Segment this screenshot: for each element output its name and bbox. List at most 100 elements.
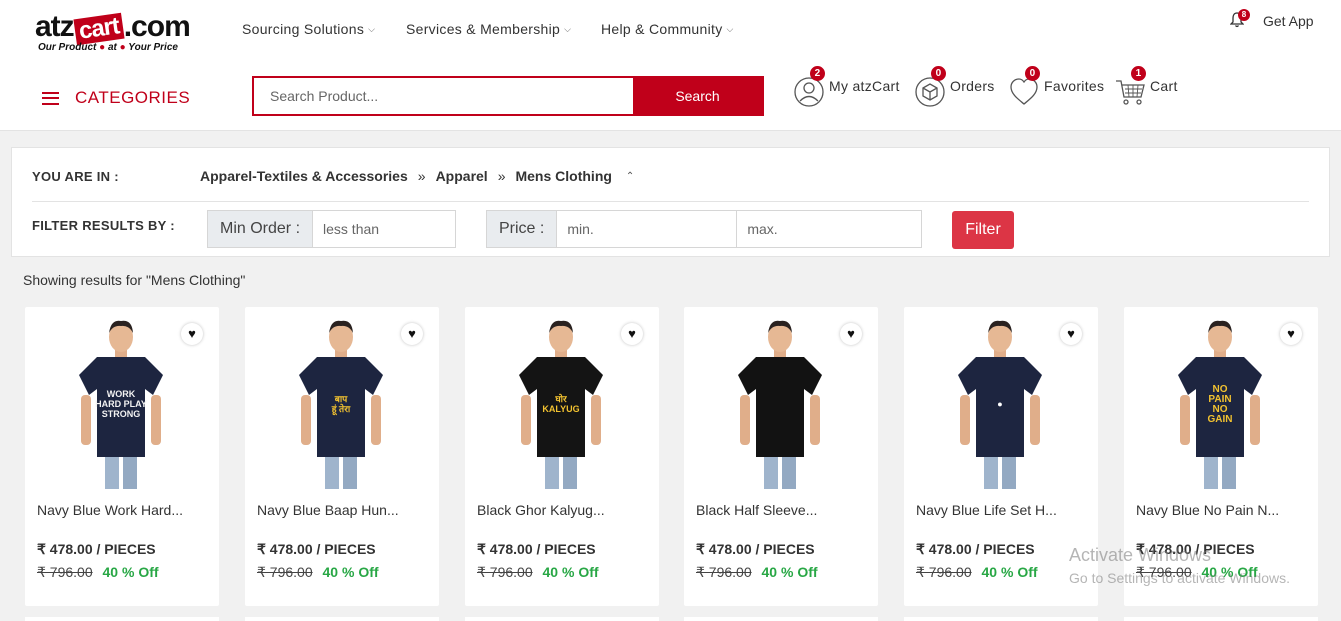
original-price: ₹ 796.00 [916, 564, 972, 580]
svg-text:GAIN: GAIN [1208, 414, 1233, 425]
orders-label: Orders [950, 78, 995, 94]
price-filter: Price : [486, 210, 922, 248]
right-arm [810, 395, 820, 445]
price-min-input[interactable] [557, 211, 738, 247]
nav-label: Sourcing Solutions [242, 21, 365, 37]
product-name[interactable]: Navy Blue Life Set H... [916, 502, 1091, 518]
product-image[interactable]: WORKHARD PLAYSTRONG [69, 317, 173, 489]
nav-sourcing-solutions[interactable]: Sourcing Solutions ⌵ [242, 21, 375, 37]
product-original-price-row: ₹ 796.00 40 % Off [257, 564, 379, 581]
favorites-link[interactable]: 0 Favorites [1008, 66, 1104, 105]
heart-icon[interactable]: ♥ [401, 323, 423, 345]
discount-badge: 40 % Off [322, 564, 379, 580]
hamburger-icon [42, 91, 59, 105]
right-arm [591, 395, 601, 445]
count-badge: 1 [1131, 66, 1146, 81]
breadcrumb: Apparel-Textiles & Accessories » Apparel… [200, 168, 634, 184]
filter-heading: FILTER RESULTS BY : [32, 218, 175, 233]
breadcrumb-mens-clothing[interactable]: Mens Clothing [515, 168, 611, 184]
nav-help-community[interactable]: Help & Community ⌵ [601, 21, 734, 37]
my-atzcart-link[interactable]: 2 My atzCart [793, 66, 900, 107]
heart-icon[interactable]: ♥ [181, 323, 203, 345]
chevron-up-icon[interactable]: ⌃ [626, 171, 634, 182]
bell-icon[interactable]: 8 [1229, 9, 1250, 30]
svg-text:●: ● [997, 399, 1002, 409]
categories-menu-button[interactable]: CATEGORIES [42, 88, 190, 108]
product-card[interactable]: ♥ घोर KALYUG Black Ghor Kalyug... ₹ 478.0… [465, 307, 659, 606]
my-atzcart-label: My atzCart [829, 78, 900, 94]
product-name[interactable]: Black Half Sleeve... [696, 502, 871, 518]
heart-icon[interactable]: ♥ [621, 323, 643, 345]
breadcrumb-apparel[interactable]: Apparel [436, 168, 488, 184]
min-order-input[interactable] [313, 211, 452, 247]
cart-link[interactable]: 1 Cart [1114, 66, 1178, 105]
min-order-label: Min Order : [208, 211, 314, 247]
filter-button[interactable]: Filter [952, 211, 1014, 249]
chevron-down-icon: ⌵ [564, 23, 572, 34]
product-image[interactable]: ● [948, 317, 1052, 489]
shopping-cart-icon: 1 [1114, 66, 1146, 105]
product-image[interactable]: NOPAINNOGAIN [1168, 317, 1272, 489]
site-header: atz cart .com Our Product ● at ● Your Pric… [0, 0, 1341, 131]
min-order-filter: Min Order : [207, 210, 456, 248]
left-arm [521, 395, 531, 445]
product-price: ₹ 478.00 / PIECES [477, 541, 596, 557]
chevron-down-icon: ⌵ [726, 23, 734, 34]
product-card[interactable]: ♥ WORK HARD PLAY STRONG Navy Blue Work Har… [25, 307, 219, 606]
product-name[interactable]: Black Ghor Kalyug... [477, 502, 652, 518]
right-arm [151, 395, 161, 445]
product-card[interactable]: ♥ Black Half Sleeve... ₹ 478.00 / PIECES… [684, 307, 878, 606]
orders-box-icon: 0 [914, 66, 946, 107]
search-button[interactable]: Search [633, 78, 762, 114]
discount-badge: 40 % Off [542, 564, 599, 580]
product-image[interactable] [728, 317, 832, 489]
product-original-price-row: ₹ 796.00 40 % Off [696, 564, 818, 581]
product-card[interactable]: ♥ बाप हूं तेरा Navy Blue Baap Hun... ₹ 47… [245, 307, 439, 606]
user-icon: 2 [793, 66, 825, 107]
product-card[interactable]: ♥ ● Navy Blue Life Set H... ₹ 478.00 / P… [904, 307, 1098, 606]
product-card[interactable]: ♥ NO PAIN NO GAIN Navy Blue No Pain N... ₹ … [1124, 307, 1318, 606]
heart-icon[interactable]: ♥ [1280, 323, 1302, 345]
chevron-down-icon: ⌵ [368, 23, 376, 34]
logo-wordmark: atz cart .com [35, 10, 191, 46]
discount-badge: 40 % Off [102, 564, 159, 580]
product-card-partial [904, 617, 1098, 621]
categories-label: CATEGORIES [75, 88, 191, 107]
price-label: Price : [487, 211, 558, 247]
product-card-partial [25, 617, 219, 621]
heart-icon[interactable]: ♥ [1060, 323, 1082, 345]
count-badge: 0 [931, 66, 946, 81]
nav-services-membership[interactable]: Services & Membership ⌵ [406, 21, 571, 37]
product-name[interactable]: Navy Blue Work Hard... [37, 502, 212, 518]
right-arm [371, 395, 381, 445]
product-name[interactable]: Navy Blue Baap Hun... [257, 502, 432, 518]
product-price: ₹ 478.00 / PIECES [1136, 541, 1255, 557]
svg-text:बाप: बाप [334, 394, 348, 404]
orders-link[interactable]: 0 Orders [914, 66, 995, 107]
product-price: ₹ 478.00 / PIECES [696, 541, 815, 557]
search-input[interactable] [254, 78, 633, 114]
product-original-price-row: ₹ 796.00 40 % Off [477, 564, 599, 581]
nav-label: Services & Membership [406, 21, 561, 37]
product-image[interactable]: बापहूं तेरा [289, 317, 393, 489]
svg-text:KALYUG: KALYUG [542, 404, 579, 414]
count-badge: 0 [1025, 66, 1040, 81]
product-name[interactable]: Navy Blue No Pain N... [1136, 502, 1311, 518]
discount-badge: 40 % Off [981, 564, 1038, 580]
product-image[interactable]: घोरKALYUG [509, 317, 613, 489]
t-shirt [738, 357, 822, 457]
svg-text:HARD PLAY: HARD PLAY [95, 399, 147, 409]
heart-icon[interactable]: ♥ [840, 323, 862, 345]
svg-text:STRONG: STRONG [102, 409, 141, 419]
price-max-input[interactable] [737, 211, 918, 247]
discount-badge: 40 % Off [761, 564, 818, 580]
count-badge: 2 [810, 66, 825, 81]
original-price: ₹ 796.00 [477, 564, 533, 580]
breadcrumb-prefix: YOU ARE IN : [32, 169, 119, 184]
original-price: ₹ 796.00 [696, 564, 752, 580]
get-app-link[interactable]: Get App [1263, 13, 1314, 29]
atzcart-logo[interactable]: atz cart .com Our Product ● at ● Your Pric… [35, 6, 200, 56]
left-arm [301, 395, 311, 445]
breadcrumb-apparel-textiles[interactable]: Apparel-Textiles & Accessories [200, 168, 408, 184]
svg-text:WORK: WORK [107, 389, 136, 399]
